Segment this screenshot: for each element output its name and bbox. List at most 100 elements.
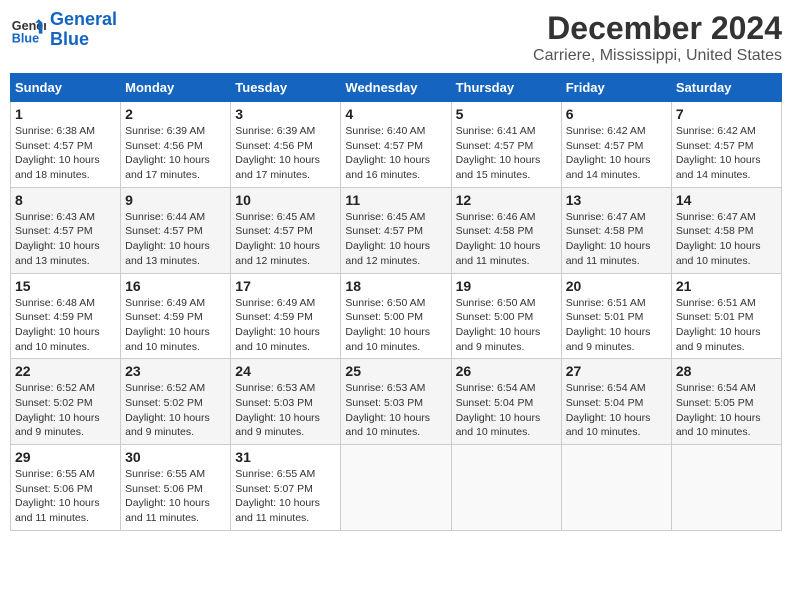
calendar-table: SundayMondayTuesdayWednesdayThursdayFrid… — [10, 73, 782, 531]
day-number: 15 — [15, 278, 116, 294]
location-title: Carriere, Mississippi, United States — [533, 47, 782, 65]
day-info: Sunrise: 6:53 AMSunset: 5:03 PMDaylight:… — [235, 381, 336, 440]
col-header-sunday: Sunday — [11, 74, 121, 102]
day-info: Sunrise: 6:55 AMSunset: 5:07 PMDaylight:… — [235, 467, 336, 526]
day-info: Sunrise: 6:54 AMSunset: 5:05 PMDaylight:… — [676, 381, 777, 440]
calendar-cell: 12 Sunrise: 6:46 AMSunset: 4:58 PMDayligh… — [451, 187, 561, 273]
calendar-cell: 7Sunrise: 6:42 AMSunset: 4:57 PMDaylight… — [671, 102, 781, 188]
day-info: Sunrise: 6:45 AMSunset: 4:57 PMDaylight:… — [235, 210, 336, 269]
day-info: Sunrise: 6:50 AMSunset: 5:00 PMDaylight:… — [345, 296, 446, 355]
calendar-cell: 8 Sunrise: 6:43 AMSunset: 4:57 PMDaylight… — [11, 187, 121, 273]
month-title: December 2024 — [533, 10, 782, 47]
calendar-cell: 17Sunrise: 6:49 AMSunset: 4:59 PMDayligh… — [231, 273, 341, 359]
day-info: Sunrise: 6:52 AMSunset: 5:02 PMDaylight:… — [125, 381, 226, 440]
day-info: Sunrise: 6:45 AMSunset: 4:57 PMDaylight:… — [345, 210, 446, 269]
calendar-week-row: 22 Sunrise: 6:52 AMSunset: 5:02 PMDayligh… — [11, 359, 782, 445]
day-info: Sunrise: 6:38 AMSunset: 4:57 PMDaylight:… — [15, 124, 116, 183]
calendar-cell: 23 Sunrise: 6:52 AMSunset: 5:02 PMDayligh… — [121, 359, 231, 445]
col-header-friday: Friday — [561, 74, 671, 102]
calendar-cell: 18Sunrise: 6:50 AMSunset: 5:00 PMDayligh… — [341, 273, 451, 359]
day-number: 16 — [125, 278, 226, 294]
day-number: 14 — [676, 192, 777, 208]
calendar-week-row: 8 Sunrise: 6:43 AMSunset: 4:57 PMDaylight… — [11, 187, 782, 273]
day-info: Sunrise: 6:51 AMSunset: 5:01 PMDaylight:… — [566, 296, 667, 355]
day-info: Sunrise: 6:49 AMSunset: 4:59 PMDaylight:… — [235, 296, 336, 355]
day-number: 26 — [456, 363, 557, 379]
calendar-week-row: 1 Sunrise: 6:38 AMSunset: 4:57 PMDaylight… — [11, 102, 782, 188]
day-number: 9 — [125, 192, 226, 208]
calendar-cell: 16 Sunrise: 6:49 AMSunset: 4:59 PMDayligh… — [121, 273, 231, 359]
calendar-cell — [451, 445, 561, 531]
col-header-wednesday: Wednesday — [341, 74, 451, 102]
day-info: Sunrise: 6:55 AMSunset: 5:06 PMDaylight:… — [125, 467, 226, 526]
day-info: Sunrise: 6:50 AMSunset: 5:00 PMDaylight:… — [456, 296, 557, 355]
day-info: Sunrise: 6:42 AMSunset: 4:57 PMDaylight:… — [676, 124, 777, 183]
col-header-saturday: Saturday — [671, 74, 781, 102]
day-number: 5 — [456, 106, 557, 122]
day-info: Sunrise: 6:42 AMSunset: 4:57 PMDaylight:… — [566, 124, 667, 183]
day-number: 4 — [345, 106, 446, 122]
day-info: Sunrise: 6:43 AMSunset: 4:57 PMDaylight:… — [15, 210, 116, 269]
day-number: 24 — [235, 363, 336, 379]
day-number: 12 — [456, 192, 557, 208]
day-info: Sunrise: 6:54 AMSunset: 5:04 PMDaylight:… — [566, 381, 667, 440]
calendar-cell: 20Sunrise: 6:51 AMSunset: 5:01 PMDayligh… — [561, 273, 671, 359]
day-number: 22 — [15, 363, 116, 379]
calendar-cell: 24 Sunrise: 6:53 AMSunset: 5:03 PMDayligh… — [231, 359, 341, 445]
day-info: Sunrise: 6:41 AMSunset: 4:57 PMDaylight:… — [456, 124, 557, 183]
day-number: 23 — [125, 363, 226, 379]
calendar-cell: 19Sunrise: 6:50 AMSunset: 5:00 PMDayligh… — [451, 273, 561, 359]
day-number: 21 — [676, 278, 777, 294]
day-info: Sunrise: 6:51 AMSunset: 5:01 PMDaylight:… — [676, 296, 777, 355]
day-number: 27 — [566, 363, 667, 379]
logo-text-line2: Blue — [50, 30, 117, 50]
calendar-cell: 27 Sunrise: 6:54 AMSunset: 5:04 PMDayligh… — [561, 359, 671, 445]
day-number: 11 — [345, 192, 446, 208]
calendar-cell: 25Sunrise: 6:53 AMSunset: 5:03 PMDayligh… — [341, 359, 451, 445]
day-number: 25 — [345, 363, 446, 379]
day-number: 31 — [235, 449, 336, 465]
calendar-cell: 3 Sunrise: 6:39 AMSunset: 4:56 PMDaylight… — [231, 102, 341, 188]
day-info: Sunrise: 6:47 AMSunset: 4:58 PMDaylight:… — [566, 210, 667, 269]
calendar-cell — [341, 445, 451, 531]
calendar-cell: 6 Sunrise: 6:42 AMSunset: 4:57 PMDaylight… — [561, 102, 671, 188]
col-header-thursday: Thursday — [451, 74, 561, 102]
calendar-cell: 26 Sunrise: 6:54 AMSunset: 5:04 PMDayligh… — [451, 359, 561, 445]
day-info: Sunrise: 6:54 AMSunset: 5:04 PMDaylight:… — [456, 381, 557, 440]
calendar-cell: 30Sunrise: 6:55 AMSunset: 5:06 PMDayligh… — [121, 445, 231, 531]
day-number: 6 — [566, 106, 667, 122]
calendar-cell: 29 Sunrise: 6:55 AMSunset: 5:06 PMDayligh… — [11, 445, 121, 531]
calendar-cell — [671, 445, 781, 531]
calendar-header-row: SundayMondayTuesdayWednesdayThursdayFrid… — [11, 74, 782, 102]
col-header-monday: Monday — [121, 74, 231, 102]
day-number: 8 — [15, 192, 116, 208]
calendar-cell: 14Sunrise: 6:47 AMSunset: 4:58 PMDayligh… — [671, 187, 781, 273]
day-number: 1 — [15, 106, 116, 122]
calendar-cell: 15 Sunrise: 6:48 AMSunset: 4:59 PMDayligh… — [11, 273, 121, 359]
day-info: Sunrise: 6:46 AMSunset: 4:58 PMDaylight:… — [456, 210, 557, 269]
header: General Blue General Blue December 2024 … — [10, 10, 782, 65]
logo-text-line1: General — [50, 10, 117, 30]
logo: General Blue General Blue — [10, 10, 117, 50]
day-info: Sunrise: 6:48 AMSunset: 4:59 PMDaylight:… — [15, 296, 116, 355]
day-number: 3 — [235, 106, 336, 122]
day-info: Sunrise: 6:40 AMSunset: 4:57 PMDaylight:… — [345, 124, 446, 183]
day-number: 2 — [125, 106, 226, 122]
col-header-tuesday: Tuesday — [231, 74, 341, 102]
calendar-cell: 13Sunrise: 6:47 AMSunset: 4:58 PMDayligh… — [561, 187, 671, 273]
calendar-cell: 4 Sunrise: 6:40 AMSunset: 4:57 PMDaylight… — [341, 102, 451, 188]
calendar-cell: 9Sunrise: 6:44 AMSunset: 4:57 PMDaylight… — [121, 187, 231, 273]
day-info: Sunrise: 6:39 AMSunset: 4:56 PMDaylight:… — [235, 124, 336, 183]
calendar-week-row: 29 Sunrise: 6:55 AMSunset: 5:06 PMDayligh… — [11, 445, 782, 531]
calendar-cell: 2Sunrise: 6:39 AMSunset: 4:56 PMDaylight… — [121, 102, 231, 188]
calendar-week-row: 15 Sunrise: 6:48 AMSunset: 4:59 PMDayligh… — [11, 273, 782, 359]
day-number: 28 — [676, 363, 777, 379]
calendar-cell: 5 Sunrise: 6:41 AMSunset: 4:57 PMDaylight… — [451, 102, 561, 188]
calendar-cell: 10Sunrise: 6:45 AMSunset: 4:57 PMDayligh… — [231, 187, 341, 273]
calendar-cell: 21 Sunrise: 6:51 AMSunset: 5:01 PMDayligh… — [671, 273, 781, 359]
day-info: Sunrise: 6:55 AMSunset: 5:06 PMDaylight:… — [15, 467, 116, 526]
day-info: Sunrise: 6:52 AMSunset: 5:02 PMDaylight:… — [15, 381, 116, 440]
day-number: 29 — [15, 449, 116, 465]
day-info: Sunrise: 6:49 AMSunset: 4:59 PMDaylight:… — [125, 296, 226, 355]
calendar-cell — [561, 445, 671, 531]
